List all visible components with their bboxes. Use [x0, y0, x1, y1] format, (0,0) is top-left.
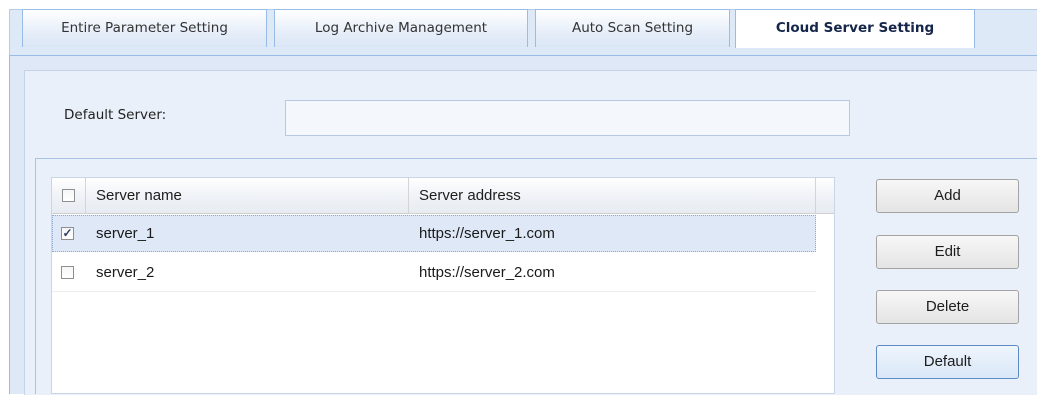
default-server-label: Default Server:	[64, 107, 167, 123]
server-address-cell: https://server_1.com	[419, 225, 555, 242]
add-button[interactable]: Add	[876, 179, 1019, 213]
grid-header: Server name Server address	[52, 178, 834, 214]
checkbox-checked-icon[interactable]: ✓	[61, 226, 74, 240]
server-grid: Server name Server address ✓ server_1 ht…	[51, 177, 835, 394]
server-address-cell: https://server_2.com	[419, 264, 555, 281]
header-filler	[816, 178, 834, 213]
edit-button[interactable]: Edit	[876, 235, 1019, 269]
tab-log-archive-management[interactable]: Log Archive Management	[274, 9, 528, 47]
select-all-checkbox[interactable]	[62, 189, 75, 202]
checkbox-unchecked-icon[interactable]	[61, 266, 74, 279]
tab-entire-parameter-setting[interactable]: Entire Parameter Setting	[22, 9, 267, 47]
column-header-server-address[interactable]: Server address	[409, 178, 816, 213]
tab-cloud-server-setting[interactable]: Cloud Server Setting	[735, 9, 975, 48]
column-header-server-name[interactable]: Server name	[86, 178, 409, 213]
table-row[interactable]: ✓ server_1 https://server_1.com	[52, 215, 816, 252]
table-row[interactable]: server_2 https://server_2.com	[52, 255, 816, 292]
server-name-cell: server_2	[96, 264, 155, 281]
server-name-cell: server_1	[96, 225, 155, 242]
tab-auto-scan-setting[interactable]: Auto Scan Setting	[535, 9, 730, 47]
default-button[interactable]: Default	[876, 345, 1019, 379]
delete-button[interactable]: Delete	[876, 290, 1019, 324]
default-server-input[interactable]	[285, 100, 850, 136]
header-checkbox-cell	[52, 178, 86, 213]
